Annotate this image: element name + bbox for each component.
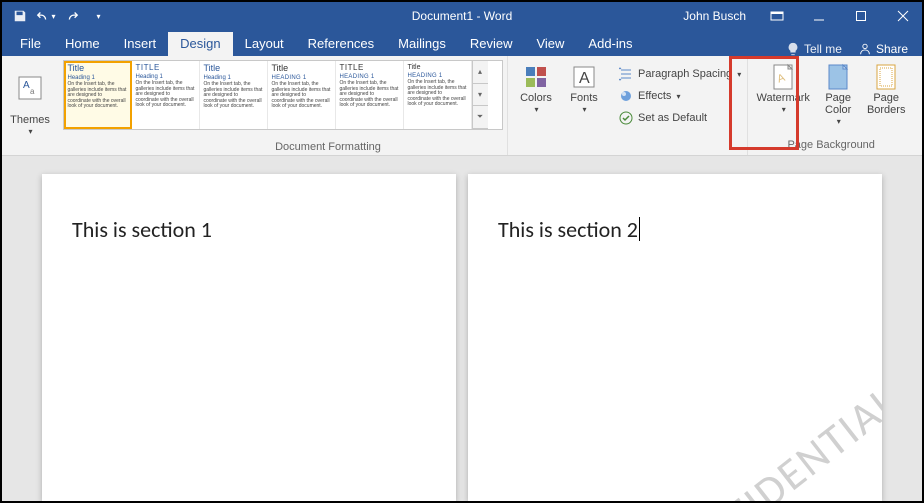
effects-label: Effects xyxy=(638,90,671,102)
share-label: Share xyxy=(876,42,908,56)
style-preview[interactable]: Title HEADING 1 On the Insert tab, the g… xyxy=(268,61,336,129)
quick-access-toolbar: ▾ ▾ xyxy=(2,5,110,27)
page-color-label: Page Color xyxy=(816,92,860,116)
tab-addins[interactable]: Add-ins xyxy=(576,32,644,56)
page-1[interactable]: This is section 1 xyxy=(42,174,456,501)
set-default-label: Set as Default xyxy=(638,112,707,124)
chevron-down-icon: ▾ xyxy=(837,118,841,127)
gallery-scroll-up[interactable]: ▴ xyxy=(473,61,488,84)
tab-design[interactable]: Design xyxy=(168,32,232,56)
watermark-button[interactable]: A Watermark ▾ xyxy=(754,60,812,115)
page-color-button[interactable]: Page Color ▾ xyxy=(816,60,860,127)
qat-customize-button[interactable]: ▾ xyxy=(86,5,110,27)
user-name[interactable]: John Busch xyxy=(683,9,746,23)
themes-icon: Aa xyxy=(11,64,49,112)
page-2-text: This is section 2 xyxy=(498,216,638,243)
tab-review[interactable]: Review xyxy=(458,32,525,56)
chevron-down-icon: ▾ xyxy=(676,92,680,101)
tab-layout[interactable]: Layout xyxy=(233,32,296,56)
chevron-down-icon: ▾ xyxy=(582,106,586,115)
tab-file[interactable]: File xyxy=(8,32,53,56)
paragraph-spacing-label: Paragraph Spacing xyxy=(638,68,732,80)
maximize-button[interactable] xyxy=(840,2,882,30)
tell-me-search[interactable]: Tell me xyxy=(786,42,842,56)
close-button[interactable] xyxy=(882,2,924,30)
page-color-icon xyxy=(825,64,851,90)
style-preview[interactable]: Title HEADING 1 On the Insert tab, the g… xyxy=(404,61,472,129)
watermark-label: Watermark xyxy=(757,92,810,104)
chevron-down-icon: ▾ xyxy=(534,106,538,115)
save-button[interactable] xyxy=(8,5,32,27)
fonts-button[interactable]: A Fonts ▾ xyxy=(562,60,606,115)
group-label-page-background: Page Background xyxy=(754,139,908,153)
page-borders-button[interactable]: Page Borders xyxy=(864,60,908,116)
watermark-icon: A xyxy=(770,64,796,90)
style-preview[interactable]: Title Heading 1 On the Insert tab, the g… xyxy=(64,61,132,129)
style-preview[interactable]: TITLE HEADING 1 On the Insert tab, the g… xyxy=(336,61,404,129)
lightbulb-icon xyxy=(786,42,800,56)
document-area: This is section 1 This is section 2 CONF… xyxy=(2,156,922,501)
tab-view[interactable]: View xyxy=(524,32,576,56)
checkmark-icon xyxy=(618,110,634,126)
themes-label: Themes xyxy=(10,114,50,126)
undo-button[interactable]: ▾ xyxy=(34,5,58,27)
gallery-scroll-down[interactable]: ▾ xyxy=(473,84,488,107)
fonts-icon: A xyxy=(571,64,597,90)
colors-button[interactable]: Colors ▾ xyxy=(514,60,558,115)
share-button[interactable]: Share xyxy=(858,42,908,56)
style-preview[interactable]: TITLE Heading 1 On the Insert tab, the g… xyxy=(132,61,200,129)
document-title: Document1 - Word xyxy=(412,9,512,23)
redo-button[interactable] xyxy=(60,5,84,27)
svg-text:a: a xyxy=(30,87,35,96)
effects-button[interactable]: Effects ▾ xyxy=(618,86,741,106)
page-borders-icon xyxy=(873,64,899,90)
svg-text:A: A xyxy=(23,80,30,91)
style-gallery[interactable]: Title Heading 1 On the Insert tab, the g… xyxy=(63,60,503,130)
colors-icon xyxy=(523,64,549,90)
chevron-down-icon: ▾ xyxy=(51,12,55,21)
page-2[interactable]: This is section 2 CONFIDENTIAL xyxy=(468,174,882,501)
chevron-down-icon: ▾ xyxy=(737,70,741,79)
style-preview[interactable]: Title Heading 1 On the Insert tab, the g… xyxy=(200,61,268,129)
set-default-button[interactable]: Set as Default xyxy=(618,108,741,128)
paragraph-spacing-button[interactable]: Paragraph Spacing ▾ xyxy=(618,64,741,84)
tab-insert[interactable]: Insert xyxy=(112,32,169,56)
ribbon-display-button[interactable] xyxy=(756,2,798,30)
minimize-button[interactable] xyxy=(798,2,840,30)
watermark-text: CONFIDENTIAL xyxy=(647,374,882,501)
fonts-label: Fonts xyxy=(570,92,598,104)
themes-button[interactable]: Aa Themes ▾ xyxy=(8,60,52,137)
svg-text:A: A xyxy=(579,70,590,87)
ribbon-tabs: File Home Insert Design Layout Reference… xyxy=(2,30,922,56)
text-cursor xyxy=(639,217,640,241)
tab-mailings[interactable]: Mailings xyxy=(386,32,458,56)
ribbon: Aa Themes ▾ Title Heading 1 On the Inser… xyxy=(2,56,922,156)
chevron-down-icon: ▾ xyxy=(782,106,786,115)
page-borders-label: Page Borders xyxy=(864,92,908,116)
chevron-down-icon: ▾ xyxy=(28,128,32,137)
tell-me-label: Tell me xyxy=(804,42,842,56)
share-icon xyxy=(858,42,872,56)
paragraph-spacing-icon xyxy=(618,66,634,82)
page-1-text: This is section 1 xyxy=(72,216,212,243)
tab-references[interactable]: References xyxy=(296,32,386,56)
group-label-formatting: Document Formatting xyxy=(108,141,548,153)
gallery-expand[interactable]: ⏷ xyxy=(473,106,488,129)
tab-home[interactable]: Home xyxy=(53,32,112,56)
colors-label: Colors xyxy=(520,92,552,104)
titlebar: ▾ ▾ Document1 - Word John Busch xyxy=(2,2,922,30)
effects-icon xyxy=(618,88,634,104)
